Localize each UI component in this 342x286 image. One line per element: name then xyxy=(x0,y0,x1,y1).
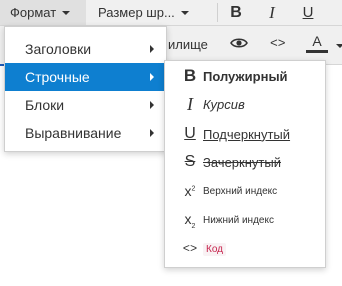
format-menu: Заголовки Строчные Блоки Выравнивание xyxy=(4,26,167,152)
menu-item-inline[interactable]: Строчные xyxy=(5,63,166,91)
font-size-dropdown[interactable]: Размер шр... xyxy=(90,0,214,25)
chevron-down-icon xyxy=(180,10,189,15)
bold-icon: B xyxy=(183,66,197,85)
submenu-item-label: Курсив xyxy=(203,96,245,112)
submenu-item-superscript[interactable]: x2 Верхний индекс xyxy=(165,177,325,205)
chevron-right-icon xyxy=(150,129,154,137)
italic-button[interactable]: I xyxy=(260,0,284,25)
menu-item-headings[interactable]: Заголовки xyxy=(5,35,166,63)
menu-item-blocks[interactable]: Блоки xyxy=(5,91,166,119)
toolbar-row-1: Формат Размер шр... B I U xyxy=(0,0,342,26)
bold-button[interactable]: B xyxy=(224,0,248,25)
chevron-down-icon[interactable] xyxy=(336,44,342,48)
font-color-swatch xyxy=(306,50,328,53)
submenu-item-bold[interactable]: B Полужирный xyxy=(165,62,325,90)
italic-icon: I xyxy=(187,93,193,114)
submenu-item-underline[interactable]: U Подчеркнутый xyxy=(165,120,325,148)
storage-button-label[interactable]: илище xyxy=(168,37,208,52)
submenu-item-label: Зачеркнутый xyxy=(203,154,281,170)
menu-item-alignment[interactable]: Выравнивание xyxy=(5,119,166,147)
submenu-item-label: Подчеркнутый xyxy=(203,126,291,142)
submenu-item-subscript[interactable]: x2 Нижний индекс xyxy=(165,206,325,234)
chevron-right-icon xyxy=(150,101,154,109)
submenu-item-strikethrough[interactable]: S Зачеркнутый xyxy=(165,148,325,176)
submenu-item-label: Полужирный xyxy=(203,68,288,84)
bold-icon: B xyxy=(230,3,242,21)
format-menu-button[interactable]: Формат xyxy=(0,0,86,25)
font-color-icon: A xyxy=(312,33,322,49)
inline-submenu: B Полужирный I Курсив U Подчеркнутый S З… xyxy=(164,60,326,268)
menu-item-label: Заголовки xyxy=(25,41,92,57)
underline-icon: U xyxy=(302,4,314,21)
submenu-item-code[interactable]: <> Код xyxy=(165,235,325,263)
underline-icon: U xyxy=(184,125,196,142)
menu-item-label: Строчные xyxy=(25,69,90,85)
font-size-label: Размер шр... xyxy=(98,5,175,20)
italic-icon: I xyxy=(269,2,275,22)
menu-item-label: Выравнивание xyxy=(25,125,122,141)
chevron-down-icon xyxy=(62,10,71,15)
format-menu-label: Формат xyxy=(10,5,57,20)
preview-eye-icon[interactable] xyxy=(230,37,248,49)
toolbar-divider xyxy=(217,3,218,22)
chevron-right-icon xyxy=(150,73,154,81)
strikethrough-icon: S xyxy=(184,153,196,170)
submenu-item-label: Нижний индекс xyxy=(203,214,274,226)
submenu-item-italic[interactable]: I Курсив xyxy=(165,90,325,118)
menu-item-label: Блоки xyxy=(25,97,65,113)
underline-button[interactable]: U xyxy=(296,0,320,25)
code-icon: <> xyxy=(182,242,198,256)
submenu-item-label: Верхний индекс xyxy=(203,185,278,197)
source-code-icon[interactable]: <> xyxy=(270,36,286,51)
subscript-icon: x2 xyxy=(184,210,196,230)
font-color-button[interactable]: A xyxy=(306,33,328,53)
submenu-item-label: Код xyxy=(203,242,227,256)
superscript-icon: x2 xyxy=(184,183,196,199)
chevron-right-icon xyxy=(150,45,154,53)
